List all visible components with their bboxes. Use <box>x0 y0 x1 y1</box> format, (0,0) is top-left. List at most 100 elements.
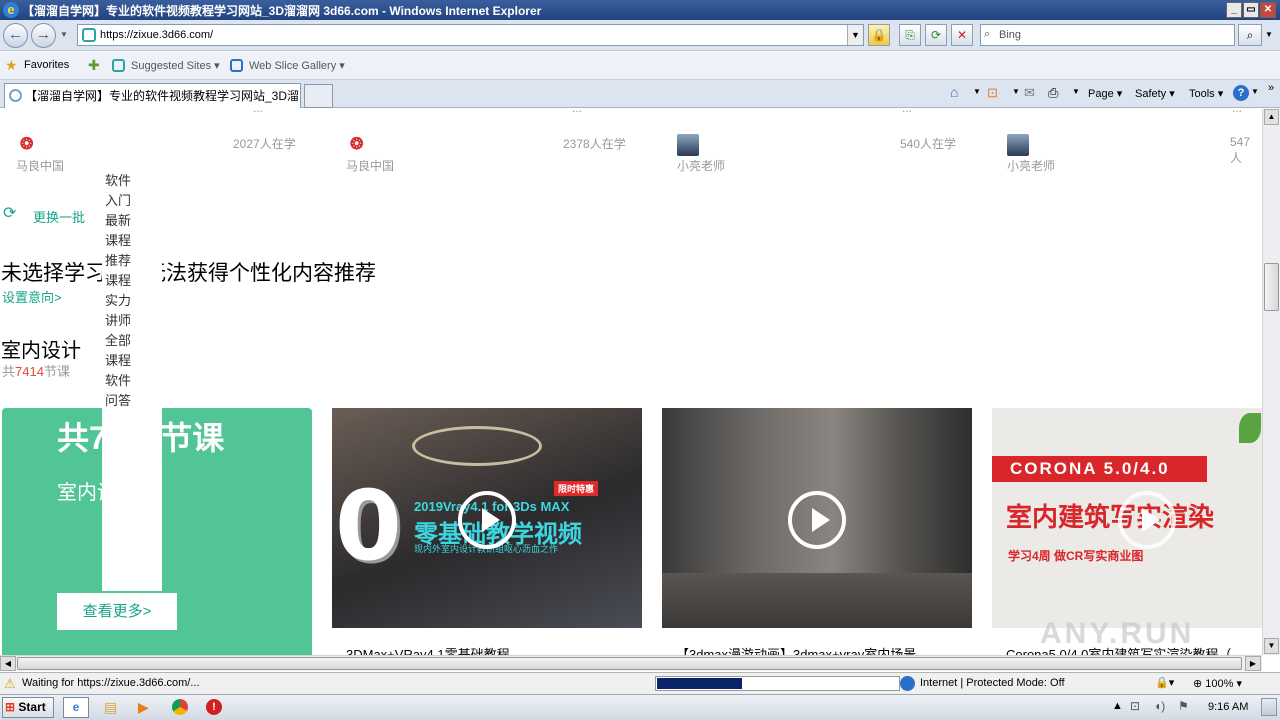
mail-icon[interactable]: ✉ <box>1024 85 1035 101</box>
taskbar-explorer-icon[interactable]: ▤ <box>104 699 117 716</box>
web-slice-gallery-link[interactable]: Web Slice Gallery ▾ <box>249 59 345 72</box>
tray-network-icon[interactable]: ⊡ <box>1130 699 1140 713</box>
side-menu-item[interactable]: 推荐 <box>105 251 161 271</box>
address-bar[interactable]: https://zixue.3d66.com/ ▼ <box>77 24 864 46</box>
compatibility-view-button[interactable]: ⎘ <box>899 24 921 46</box>
tab-loading-icon <box>9 89 22 102</box>
help-dropdown[interactable]: ▼ <box>1251 87 1259 96</box>
zoom-level[interactable]: ⊕ 100% ▾ <box>1193 677 1242 690</box>
side-menu-item[interactable]: 问答 <box>105 391 161 411</box>
teacher-name[interactable]: 小亮老师 <box>677 157 725 174</box>
course-title[interactable]: 【3dmax漫游动画】3dmax+vray室内场景 <box>676 644 916 655</box>
teacher-name[interactable]: 马良中国 <box>346 157 394 174</box>
suggested-sites-link[interactable]: Suggested Sites ▾ <box>131 59 220 72</box>
set-interest-link[interactable]: 设置意向> <box>2 287 62 306</box>
scroll-left-arrow[interactable]: ◀ <box>0 656 16 671</box>
scroll-up-arrow[interactable]: ▲ <box>1264 109 1279 125</box>
feeds-dropdown[interactable]: ▼ <box>1012 87 1020 96</box>
course-card-image[interactable]: CORONA 5.0/4.0 室内建筑写实渲染 学习4周 做CR写实商业图 <box>992 408 1262 628</box>
side-menu-item[interactable]: 课程 <box>105 271 161 291</box>
side-menu-item[interactable]: 最新 <box>105 211 161 231</box>
help-icon[interactable]: ? <box>1233 85 1249 101</box>
play-icon[interactable] <box>788 491 846 549</box>
forward-button[interactable]: → <box>31 23 56 48</box>
vertical-scrollbar[interactable]: ▲ ▼ <box>1262 109 1280 655</box>
page-content: ... ... ... ... ❂ 马良中国 2027人在学 ❂ 马良中国 23… <box>0 109 1262 655</box>
side-menu-item[interactable]: 讲师 <box>105 311 161 331</box>
watermark: ANY.RUN <box>1040 617 1195 650</box>
card-overlay-subtitle: 室内建筑写实渲染 <box>1006 502 1215 532</box>
hscroll-thumb[interactable] <box>17 657 1242 670</box>
taskbar-chrome-icon[interactable] <box>172 699 188 715</box>
side-menu-item[interactable]: 全部 <box>105 331 161 351</box>
course-title[interactable]: 3DMax+VRay4.1零基础教程 <box>346 644 510 655</box>
warning-icon: ⚠ <box>4 676 16 691</box>
scroll-right-arrow[interactable]: ▶ <box>1245 656 1261 671</box>
course-card-image[interactable]: 0 限时特惠 2019Vray4.1 for 3Ds MAX 零基础教学视频 现… <box>332 408 642 628</box>
home-dropdown[interactable]: ▼ <box>973 87 981 96</box>
side-menu-item[interactable]: 实力 <box>105 291 161 311</box>
status-text: Waiting for https://zixue.3d66.com/... <box>22 677 200 689</box>
refresh-button[interactable]: ⟳ <box>925 24 947 46</box>
suggested-sites-icon <box>112 59 125 72</box>
teacher-name[interactable]: 马良中国 <box>16 157 64 174</box>
safety-menu[interactable]: Safety ▾ <box>1135 87 1175 100</box>
search-button[interactable]: ⌕ <box>1238 24 1262 46</box>
taskbar-app-icon[interactable]: ! <box>206 699 222 715</box>
refresh-batch-link[interactable]: 更换一批 <box>33 207 85 226</box>
url-text[interactable]: https://zixue.3d66.com/ <box>100 29 213 41</box>
security-lock-icon[interactable]: 🔒 <box>868 24 890 46</box>
side-menu-item[interactable]: 软件 <box>105 171 161 191</box>
close-button[interactable]: ✕ <box>1260 2 1276 18</box>
maximize-button[interactable]: ▭ <box>1243 2 1259 18</box>
search-icon: ⌕ <box>984 28 991 40</box>
side-menu-item[interactable]: 入门 <box>105 191 161 211</box>
print-dropdown[interactable]: ▼ <box>1072 87 1080 96</box>
side-menu-item[interactable]: 课程 <box>105 351 161 371</box>
protected-mode-icon[interactable]: 🔒▾ <box>1155 676 1174 689</box>
play-icon[interactable] <box>458 491 516 549</box>
taskbar-media-icon[interactable]: ▶ <box>138 699 149 716</box>
tray-flag-icon[interactable]: ⚑ <box>1178 699 1189 713</box>
teacher-name[interactable]: 小亮老师 <box>1007 157 1055 174</box>
side-menu-item[interactable]: 课程 <box>105 231 161 251</box>
refresh-icon[interactable]: ⟳ <box>3 203 16 223</box>
search-options-dropdown[interactable]: ▼ <box>1265 30 1273 39</box>
scroll-down-arrow[interactable]: ▼ <box>1264 638 1279 654</box>
page-menu[interactable]: Page ▾ <box>1088 87 1122 100</box>
add-favorite-icon[interactable]: ✚ <box>88 57 100 74</box>
minimize-button[interactable]: _ <box>1226 2 1242 18</box>
side-menu-item[interactable]: 软件 <box>105 371 161 391</box>
view-more-button[interactable]: 查看更多> <box>57 593 177 630</box>
search-box[interactable]: ⌕ Bing <box>980 24 1235 46</box>
horizontal-scrollbar[interactable]: ◀ ▶ <box>0 655 1262 671</box>
home-icon[interactable]: ⌂ <box>950 84 958 100</box>
window-title: 【溜溜自学网】专业的软件视频教程学习网站_3D溜溜网 3d66.com - Wi… <box>22 4 542 18</box>
recent-pages-dropdown[interactable]: ▼ <box>60 30 68 39</box>
taskbar-ie-icon[interactable]: e <box>63 697 89 718</box>
more-commands-chevron[interactable]: » <box>1268 82 1274 94</box>
title-bar: e 【溜溜自学网】专业的软件视频教程学习网站_3D溜溜网 3d66.com - … <box>0 0 1280 20</box>
tab-active[interactable]: 【溜溜自学网】专业的软件视频教程学习网站_3D溜... <box>4 83 301 108</box>
tray-chevron-icon[interactable]: ▲ <box>1112 700 1123 712</box>
new-tab-button[interactable] <box>304 84 333 108</box>
favorites-button[interactable]: Favorites <box>24 59 69 71</box>
stop-button[interactable]: ✕ <box>951 24 973 46</box>
scroll-thumb[interactable] <box>1264 263 1279 311</box>
clock[interactable]: 9:16 AM <box>1208 701 1248 713</box>
learner-count: 2378人在学 <box>563 137 626 151</box>
category-title: 室内设计 <box>1 340 81 362</box>
course-card-image[interactable] <box>662 408 972 628</box>
learner-count: 540人在学 <box>900 137 957 151</box>
back-button[interactable]: ← <box>3 23 28 48</box>
tools-menu[interactable]: Tools ▾ <box>1189 87 1223 100</box>
show-desktop-button[interactable] <box>1261 698 1277 716</box>
address-dropdown-button[interactable]: ▼ <box>847 25 863 45</box>
print-icon[interactable]: ⎙ <box>1048 85 1058 101</box>
tray-volume-icon[interactable]: ◖) <box>1154 699 1165 713</box>
feeds-icon[interactable]: ⊡ <box>987 85 998 101</box>
start-button[interactable]: ⊞ Start <box>2 697 54 718</box>
fragment-text: ... <box>253 109 263 115</box>
zone-text[interactable]: Internet | Protected Mode: Off <box>920 677 1065 689</box>
play-icon[interactable] <box>1118 491 1176 549</box>
